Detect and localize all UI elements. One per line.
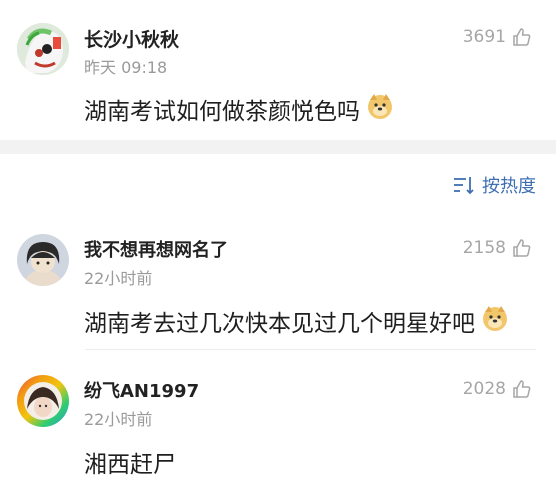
comment-like-count: 2028: [462, 379, 506, 399]
comment-text: 湖南考去过几次快本见过几个明星好吧: [84, 311, 475, 337]
doge-emoji-icon: [366, 92, 394, 126]
sort-by-hot-button[interactable]: 按热度: [453, 172, 536, 198]
main-post: 长沙小秋秋 昨天 09:18 3691 湖南考试如何做茶颜悦色吗: [0, 0, 556, 140]
avatar[interactable]: [17, 23, 69, 75]
comment-time: 22小时前: [84, 410, 153, 429]
comment-author[interactable]: 纷飞AN1997: [84, 377, 199, 403]
sort-icon: [454, 177, 474, 195]
comment-like-button[interactable]: 2158: [463, 238, 532, 258]
comment-separator: [85, 349, 536, 350]
post-like-count: 3691: [462, 27, 506, 47]
avatar[interactable]: [17, 375, 69, 427]
comment-author[interactable]: 我不想再想网名了: [84, 236, 228, 262]
thumbs-up-icon: [513, 380, 531, 398]
comment-content: 湘西赶尸: [84, 445, 176, 479]
thumbs-up-icon: [513, 28, 531, 46]
doge-emoji-icon: [481, 304, 509, 338]
post-like-button[interactable]: 3691: [463, 27, 532, 47]
post-time: 昨天 09:18: [84, 58, 168, 77]
sort-label: 按热度: [482, 176, 536, 197]
comment-like-button[interactable]: 2028: [463, 379, 532, 399]
post-text: 湖南考试如何做茶颜悦色吗: [84, 99, 360, 125]
post-author[interactable]: 长沙小秋秋: [84, 25, 179, 52]
post-content: 湖南考试如何做茶颜悦色吗: [84, 92, 394, 126]
comment-time: 22小时前: [84, 269, 153, 288]
comment-text: 湘西赶尸: [84, 452, 176, 478]
comment-like-count: 2158: [462, 238, 506, 258]
comment-content: 湖南考去过几次快本见过几个明星好吧: [84, 304, 509, 338]
section-divider: [0, 140, 556, 154]
thumbs-up-icon: [513, 239, 531, 257]
avatar[interactable]: [17, 234, 69, 286]
